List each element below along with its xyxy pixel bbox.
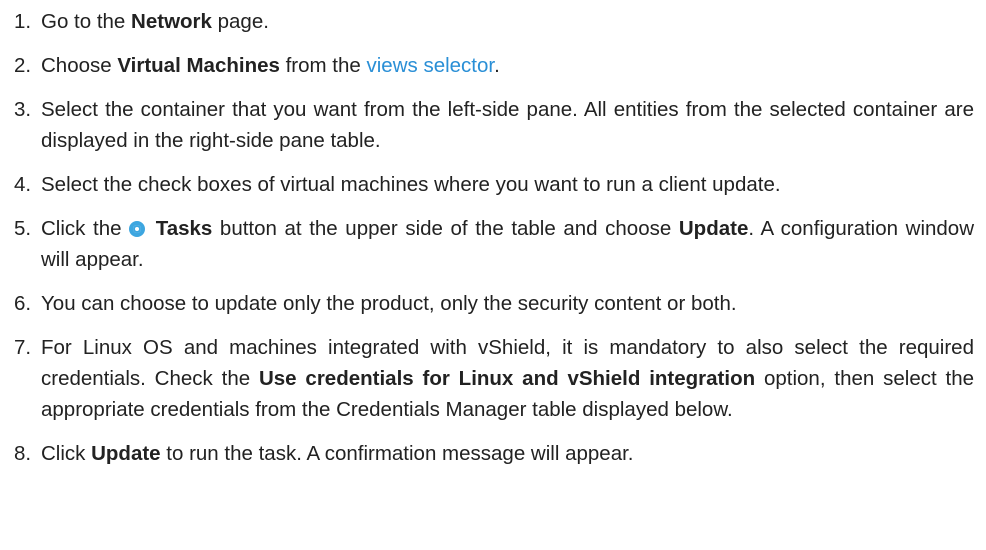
step-text: You can choose to update only the produc…: [41, 288, 974, 319]
tasks-icon: [129, 221, 146, 237]
list-item: 2. Choose Virtual Machines from the views…: [14, 50, 974, 81]
list-item: 7. For Linux OS and machines integrated w…: [14, 332, 974, 425]
step-text: For Linux OS and machines integrated wit…: [41, 332, 974, 425]
ui-term: Network: [131, 10, 212, 33]
list-item: 1. Go to the Network page.: [14, 6, 974, 37]
step-text: Select the container that you want from …: [41, 94, 974, 156]
ui-term: Use credentials for Linux and vShield in…: [258, 367, 756, 390]
text-run: to run the task. A confirmation message …: [160, 442, 634, 465]
text-run: Go to the: [41, 10, 132, 33]
text-run: from the: [279, 54, 367, 77]
list-item: 6. You can choose to update only the prod…: [14, 288, 974, 319]
text-run: Choose: [41, 54, 118, 77]
step-number: 5.: [14, 217, 32, 240]
ui-term: Virtual Machines: [117, 54, 280, 77]
text-run: You can choose to update only the produc…: [41, 292, 737, 315]
views-selector-link[interactable]: views selector: [367, 54, 495, 77]
step-number: 7.: [14, 336, 32, 359]
step-text: Choose Virtual Machines from the views s…: [41, 50, 974, 81]
step-number: 2.: [14, 54, 32, 77]
list-item: 8. Click Update to run the task. A confir…: [14, 438, 974, 469]
list-item: 3. Select the container that you want fro…: [14, 94, 974, 156]
step-number: 1.: [14, 10, 32, 33]
ui-term: Update: [678, 217, 749, 240]
text-run: Select the check boxes of virtual machin…: [41, 173, 781, 196]
step-number: 4.: [14, 173, 32, 196]
ui-term: Update: [91, 442, 161, 465]
document-page: 1. Go to the Network page. 2. Choose Virtua…: [0, 6, 986, 550]
ui-term: Tasks: [155, 217, 213, 240]
list-item: 5. Click the Tasks button at the upper si…: [14, 213, 974, 275]
text-run: page.: [211, 10, 269, 33]
text-run: Click the: [41, 217, 130, 240]
text-run: Click: [41, 442, 92, 465]
text-run: button at the upper side of the table an…: [212, 217, 679, 240]
list-item: 4. Select the check boxes of virtual mach…: [14, 169, 974, 200]
step-text: Click Update to run the task. A confirma…: [41, 438, 974, 469]
step-number: 8.: [14, 442, 32, 465]
step-number: 6.: [14, 292, 32, 315]
text-run: .: [494, 54, 500, 77]
text-run: [148, 217, 156, 240]
step-text: Go to the Network page.: [41, 6, 974, 37]
step-text: Select the check boxes of virtual machin…: [41, 169, 974, 200]
procedure-steps-list: 1. Go to the Network page. 2. Choose Virtua…: [14, 6, 974, 469]
step-text: Click the Tasks button at the upper side…: [41, 213, 974, 275]
text-run: Select the container that you want from …: [41, 98, 974, 152]
step-number: 3.: [14, 98, 32, 121]
